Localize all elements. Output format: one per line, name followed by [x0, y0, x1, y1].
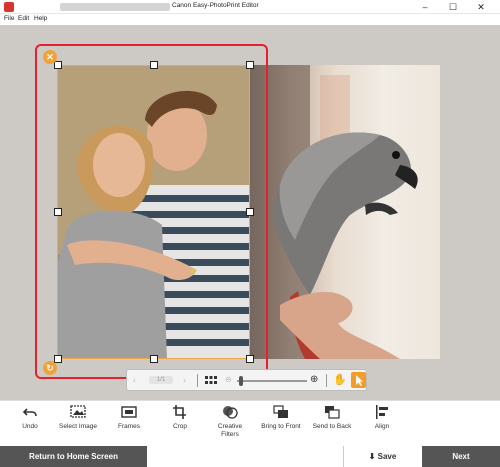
view-toolbar: ‹ 1/1 › ⊖ ⊕ ✋ [126, 369, 367, 391]
align-icon [376, 405, 388, 419]
resize-handle-top-left[interactable] [54, 61, 62, 69]
app-icon [4, 2, 14, 12]
previous-page-icon[interactable]: ‹ [133, 373, 136, 387]
crop-icon [173, 405, 186, 419]
pointer-tool-icon[interactable] [351, 372, 366, 388]
bring-to-front-icon [273, 405, 288, 418]
frames-icon [121, 406, 137, 418]
rotate-icon[interactable]: ↻ [43, 361, 57, 375]
creative-filters-icon [223, 406, 238, 419]
save-label: Save [377, 452, 397, 461]
zoom-in-icon[interactable]: ⊕ [310, 373, 318, 387]
menu-file[interactable]: File [4, 15, 14, 22]
parrot-photo[interactable] [250, 65, 440, 359]
resize-handle-bottom-left[interactable] [54, 355, 62, 363]
delete-icon[interactable]: ✕ [43, 50, 57, 64]
save-button[interactable]: ⬇ Save [343, 446, 421, 467]
menu-edit[interactable]: Edit [18, 15, 29, 22]
resize-handle-left[interactable] [54, 208, 62, 216]
resize-handle-bottom[interactable] [150, 355, 158, 363]
save-icon: ⬇ [368, 452, 378, 461]
close-button[interactable]: ✕ [466, 0, 496, 14]
resize-handle-right[interactable] [246, 208, 254, 216]
next-button[interactable]: Next [422, 446, 500, 467]
pointer-arrow-shape [356, 375, 363, 386]
send-to-back-icon [325, 406, 340, 419]
zoom-slider-knob[interactable] [238, 376, 243, 386]
resize-handle-bottom-right[interactable] [246, 355, 254, 363]
page-indicator: 1/1 [149, 376, 173, 384]
bottom-bar: Return to Home Screen ⬇ Save Next [0, 446, 500, 467]
window-title: Canon Easy-PhotoPrint Editor [172, 2, 259, 9]
minimize-button[interactable]: – [410, 0, 440, 14]
zoom-slider-track[interactable] [237, 380, 307, 382]
return-to-home-button[interactable]: Return to Home Screen [0, 446, 147, 467]
resize-handle-top-right[interactable] [246, 61, 254, 69]
title-bar: Canon Easy-PhotoPrint Editor – ☐ ✕ [0, 0, 500, 14]
hand-tool-icon[interactable]: ✋ [333, 373, 347, 386]
grid-view-icon[interactable] [205, 376, 217, 385]
edit-toolbar: Undo Select Image Frames Crop Creative F… [0, 400, 500, 446]
selection-bounding-box [57, 65, 250, 359]
divider [197, 374, 198, 387]
maximize-button[interactable]: ☐ [438, 0, 468, 14]
select-image-icon [70, 405, 86, 418]
zoom-out-icon[interactable]: ⊖ [225, 373, 232, 387]
resize-handle-top[interactable] [150, 61, 158, 69]
undo-icon [22, 408, 37, 417]
title-path-redacted [60, 3, 170, 11]
tool-label: Align [374, 423, 390, 430]
next-page-icon[interactable]: › [183, 373, 186, 387]
menu-help[interactable]: Help [34, 15, 47, 22]
parrot-illustration [250, 65, 440, 359]
divider [326, 374, 327, 387]
align-button[interactable]: Align [352, 403, 412, 445]
menu-bar: File Edit Help [0, 14, 500, 25]
